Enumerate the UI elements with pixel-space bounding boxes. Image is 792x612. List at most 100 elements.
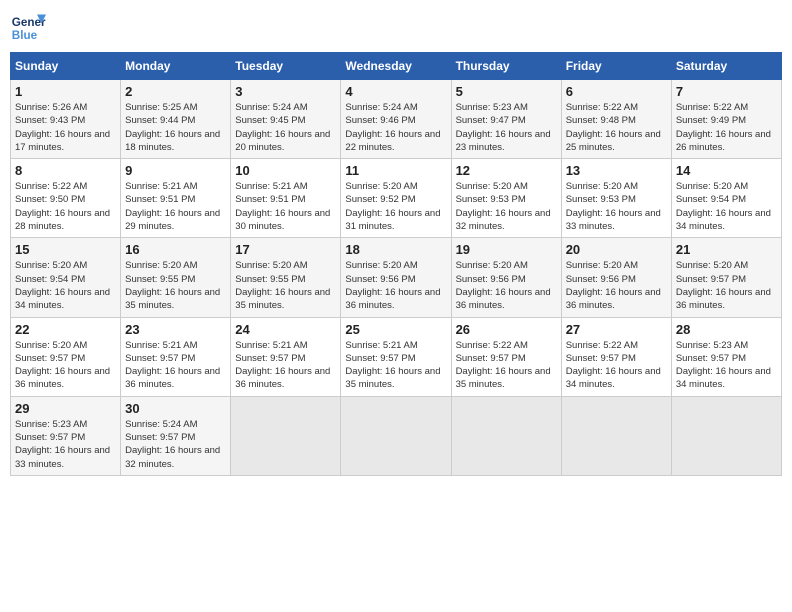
day-info: Sunrise: 5:25 AM Sunset: 9:44 PM Dayligh… (125, 101, 226, 154)
calendar-cell: 13 Sunrise: 5:20 AM Sunset: 9:53 PM Dayl… (561, 159, 671, 238)
weekday-friday: Friday (561, 53, 671, 80)
day-number: 4 (345, 84, 446, 99)
day-info: Sunrise: 5:22 AM Sunset: 9:57 PM Dayligh… (566, 339, 667, 392)
day-number: 22 (15, 322, 116, 337)
day-info: Sunrise: 5:20 AM Sunset: 9:56 PM Dayligh… (456, 259, 557, 312)
calendar-cell: 18 Sunrise: 5:20 AM Sunset: 9:56 PM Dayl… (341, 238, 451, 317)
calendar-cell (231, 396, 341, 475)
calendar-week-row: 15 Sunrise: 5:20 AM Sunset: 9:54 PM Dayl… (11, 238, 782, 317)
calendar-cell: 20 Sunrise: 5:20 AM Sunset: 9:56 PM Dayl… (561, 238, 671, 317)
calendar-cell: 27 Sunrise: 5:22 AM Sunset: 9:57 PM Dayl… (561, 317, 671, 396)
weekday-tuesday: Tuesday (231, 53, 341, 80)
calendar-cell: 29 Sunrise: 5:23 AM Sunset: 9:57 PM Dayl… (11, 396, 121, 475)
day-info: Sunrise: 5:22 AM Sunset: 9:48 PM Dayligh… (566, 101, 667, 154)
calendar-cell: 5 Sunrise: 5:23 AM Sunset: 9:47 PM Dayli… (451, 80, 561, 159)
calendar-cell (451, 396, 561, 475)
day-number: 18 (345, 242, 446, 257)
day-number: 8 (15, 163, 116, 178)
day-number: 5 (456, 84, 557, 99)
calendar-cell: 24 Sunrise: 5:21 AM Sunset: 9:57 PM Dayl… (231, 317, 341, 396)
calendar-cell: 2 Sunrise: 5:25 AM Sunset: 9:44 PM Dayli… (121, 80, 231, 159)
calendar-cell: 17 Sunrise: 5:20 AM Sunset: 9:55 PM Dayl… (231, 238, 341, 317)
day-number: 9 (125, 163, 226, 178)
day-info: Sunrise: 5:20 AM Sunset: 9:57 PM Dayligh… (15, 339, 116, 392)
day-number: 25 (345, 322, 446, 337)
weekday-saturday: Saturday (671, 53, 781, 80)
day-info: Sunrise: 5:22 AM Sunset: 9:49 PM Dayligh… (676, 101, 777, 154)
day-info: Sunrise: 5:23 AM Sunset: 9:47 PM Dayligh… (456, 101, 557, 154)
calendar-cell: 15 Sunrise: 5:20 AM Sunset: 9:54 PM Dayl… (11, 238, 121, 317)
day-number: 11 (345, 163, 446, 178)
day-info: Sunrise: 5:20 AM Sunset: 9:55 PM Dayligh… (125, 259, 226, 312)
day-number: 3 (235, 84, 336, 99)
day-info: Sunrise: 5:20 AM Sunset: 9:53 PM Dayligh… (456, 180, 557, 233)
day-number: 15 (15, 242, 116, 257)
day-info: Sunrise: 5:23 AM Sunset: 9:57 PM Dayligh… (15, 418, 116, 471)
weekday-header-row: SundayMondayTuesdayWednesdayThursdayFrid… (11, 53, 782, 80)
day-info: Sunrise: 5:20 AM Sunset: 9:54 PM Dayligh… (676, 180, 777, 233)
day-number: 27 (566, 322, 667, 337)
day-info: Sunrise: 5:24 AM Sunset: 9:57 PM Dayligh… (125, 418, 226, 471)
day-info: Sunrise: 5:21 AM Sunset: 9:57 PM Dayligh… (235, 339, 336, 392)
day-number: 12 (456, 163, 557, 178)
day-number: 23 (125, 322, 226, 337)
calendar-cell: 11 Sunrise: 5:20 AM Sunset: 9:52 PM Dayl… (341, 159, 451, 238)
calendar-cell: 21 Sunrise: 5:20 AM Sunset: 9:57 PM Dayl… (671, 238, 781, 317)
logo-svg: General Blue (10, 10, 46, 46)
day-number: 6 (566, 84, 667, 99)
calendar-cell: 4 Sunrise: 5:24 AM Sunset: 9:46 PM Dayli… (341, 80, 451, 159)
calendar-cell: 1 Sunrise: 5:26 AM Sunset: 9:43 PM Dayli… (11, 80, 121, 159)
calendar-cell: 7 Sunrise: 5:22 AM Sunset: 9:49 PM Dayli… (671, 80, 781, 159)
calendar-cell: 28 Sunrise: 5:23 AM Sunset: 9:57 PM Dayl… (671, 317, 781, 396)
day-number: 19 (456, 242, 557, 257)
day-number: 28 (676, 322, 777, 337)
calendar-cell: 9 Sunrise: 5:21 AM Sunset: 9:51 PM Dayli… (121, 159, 231, 238)
day-number: 13 (566, 163, 667, 178)
day-number: 7 (676, 84, 777, 99)
day-info: Sunrise: 5:20 AM Sunset: 9:56 PM Dayligh… (345, 259, 446, 312)
calendar-cell: 23 Sunrise: 5:21 AM Sunset: 9:57 PM Dayl… (121, 317, 231, 396)
calendar-cell: 3 Sunrise: 5:24 AM Sunset: 9:45 PM Dayli… (231, 80, 341, 159)
calendar-week-row: 8 Sunrise: 5:22 AM Sunset: 9:50 PM Dayli… (11, 159, 782, 238)
day-info: Sunrise: 5:23 AM Sunset: 9:57 PM Dayligh… (676, 339, 777, 392)
day-info: Sunrise: 5:21 AM Sunset: 9:51 PM Dayligh… (125, 180, 226, 233)
day-number: 17 (235, 242, 336, 257)
calendar-cell: 30 Sunrise: 5:24 AM Sunset: 9:57 PM Dayl… (121, 396, 231, 475)
calendar-cell: 8 Sunrise: 5:22 AM Sunset: 9:50 PM Dayli… (11, 159, 121, 238)
calendar-cell: 22 Sunrise: 5:20 AM Sunset: 9:57 PM Dayl… (11, 317, 121, 396)
weekday-sunday: Sunday (11, 53, 121, 80)
day-info: Sunrise: 5:21 AM Sunset: 9:51 PM Dayligh… (235, 180, 336, 233)
day-number: 1 (15, 84, 116, 99)
calendar-cell: 16 Sunrise: 5:20 AM Sunset: 9:55 PM Dayl… (121, 238, 231, 317)
calendar-week-row: 22 Sunrise: 5:20 AM Sunset: 9:57 PM Dayl… (11, 317, 782, 396)
calendar-cell (341, 396, 451, 475)
day-number: 30 (125, 401, 226, 416)
calendar-cell: 25 Sunrise: 5:21 AM Sunset: 9:57 PM Dayl… (341, 317, 451, 396)
calendar-cell: 19 Sunrise: 5:20 AM Sunset: 9:56 PM Dayl… (451, 238, 561, 317)
calendar-cell: 6 Sunrise: 5:22 AM Sunset: 9:48 PM Dayli… (561, 80, 671, 159)
day-info: Sunrise: 5:20 AM Sunset: 9:53 PM Dayligh… (566, 180, 667, 233)
day-number: 21 (676, 242, 777, 257)
day-info: Sunrise: 5:20 AM Sunset: 9:56 PM Dayligh… (566, 259, 667, 312)
calendar-cell: 12 Sunrise: 5:20 AM Sunset: 9:53 PM Dayl… (451, 159, 561, 238)
day-number: 10 (235, 163, 336, 178)
page-container: General Blue SundayMondayTuesdayWednesda… (10, 10, 782, 476)
day-info: Sunrise: 5:20 AM Sunset: 9:55 PM Dayligh… (235, 259, 336, 312)
day-info: Sunrise: 5:22 AM Sunset: 9:50 PM Dayligh… (15, 180, 116, 233)
calendar-week-row: 29 Sunrise: 5:23 AM Sunset: 9:57 PM Dayl… (11, 396, 782, 475)
calendar-cell (671, 396, 781, 475)
calendar-cell: 10 Sunrise: 5:21 AM Sunset: 9:51 PM Dayl… (231, 159, 341, 238)
day-number: 16 (125, 242, 226, 257)
logo: General Blue (10, 10, 46, 46)
weekday-thursday: Thursday (451, 53, 561, 80)
day-number: 24 (235, 322, 336, 337)
calendar-week-row: 1 Sunrise: 5:26 AM Sunset: 9:43 PM Dayli… (11, 80, 782, 159)
day-info: Sunrise: 5:26 AM Sunset: 9:43 PM Dayligh… (15, 101, 116, 154)
day-number: 29 (15, 401, 116, 416)
weekday-monday: Monday (121, 53, 231, 80)
svg-text:Blue: Blue (12, 29, 38, 42)
calendar-cell (561, 396, 671, 475)
day-info: Sunrise: 5:22 AM Sunset: 9:57 PM Dayligh… (456, 339, 557, 392)
day-number: 20 (566, 242, 667, 257)
header: General Blue (10, 10, 782, 46)
